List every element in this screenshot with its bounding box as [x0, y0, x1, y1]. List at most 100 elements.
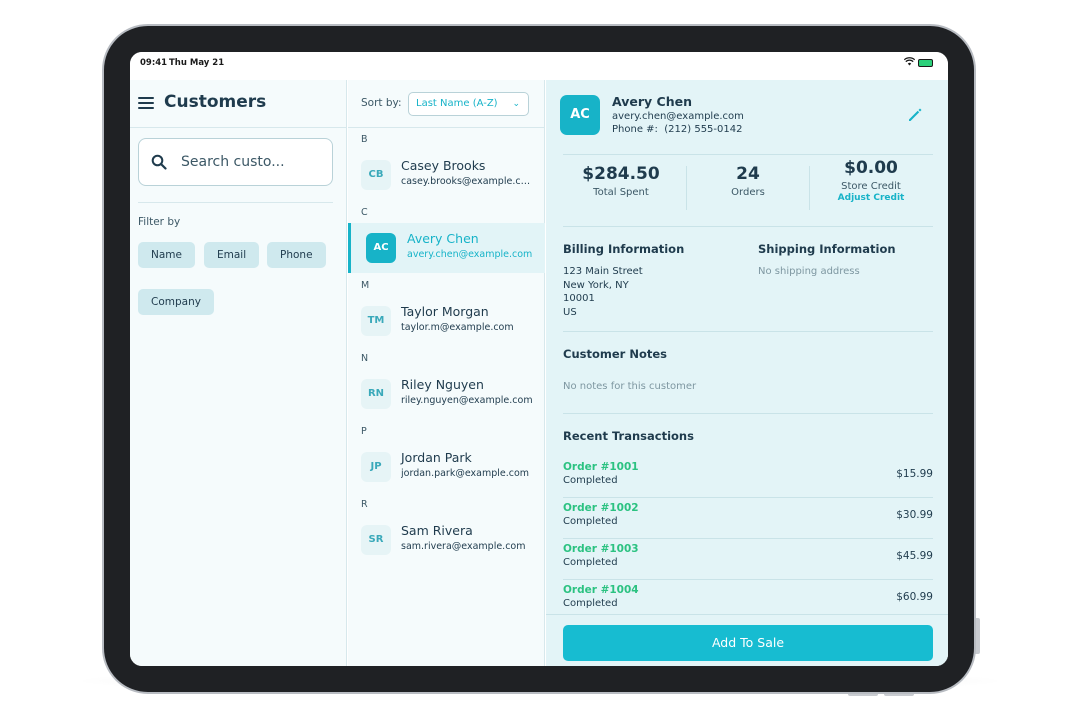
avatar: AC	[366, 233, 396, 263]
customer-list-item[interactable]: RN Riley Nguyen riley.nguyen@example.com	[348, 369, 545, 419]
order-status: Completed	[563, 475, 618, 486]
order-amount: $30.99	[896, 509, 933, 521]
adjust-credit-link[interactable]: Adjust Credit	[810, 193, 932, 203]
order-amount: $45.99	[896, 550, 933, 562]
customer-name: Avery Chen	[407, 231, 479, 246]
shipping-text: No shipping address	[758, 266, 860, 277]
filter-chip-email[interactable]: Email	[204, 242, 260, 268]
avatar: TM	[361, 306, 391, 336]
avatar: RN	[361, 379, 391, 409]
order-status: Completed	[563, 598, 618, 609]
divider	[563, 331, 933, 332]
filter-chip-name[interactable]: Name	[138, 242, 195, 268]
section-letter: C	[361, 207, 368, 218]
sort-label: Sort by:	[361, 97, 402, 109]
order-id[interactable]: Order #1004	[563, 584, 639, 596]
customer-email: sam.rivera@example.com	[401, 541, 526, 552]
order-status: Completed	[563, 557, 618, 568]
sort-dropdown[interactable]: Last Name (A-Z) ⌄	[408, 92, 529, 116]
stat-orders: 24 Orders	[687, 164, 809, 198]
billing-title: Billing Information	[563, 242, 685, 256]
notes-text: No notes for this customer	[563, 381, 697, 392]
total-spent-value: $284.50	[582, 164, 660, 184]
order-amount: $15.99	[896, 468, 933, 480]
transaction-row[interactable]: Order #1002 Completed $30.99	[563, 498, 933, 539]
search-box[interactable]	[138, 138, 333, 186]
customer-name: Casey Brooks	[401, 158, 486, 173]
section-letter: P	[361, 426, 367, 437]
order-id[interactable]: Order #1003	[563, 543, 639, 555]
orders-label: Orders	[731, 187, 765, 198]
customer-list-item[interactable]: SR Sam Rivera sam.rivera@example.com	[348, 515, 545, 565]
stat-store-credit: $0.00 Store Credit Adjust Credit	[810, 158, 932, 203]
customer-detail-pane: AC Avery Chen avery.chen@example.com Pho…	[546, 80, 948, 666]
chevron-down-icon: ⌄	[512, 99, 520, 109]
menu-icon[interactable]	[138, 97, 154, 109]
sort-value: Last Name (A-Z)	[416, 98, 498, 109]
sort-bar: Sort by: Last Name (A-Z) ⌄	[348, 80, 545, 128]
order-status: Completed	[563, 516, 618, 527]
stat-total-spent: $284.50 Total Spent	[560, 164, 682, 198]
customer-email: avery.chen@example.com	[407, 249, 533, 260]
divider	[563, 413, 933, 414]
detail-customer-email: avery.chen@example.com	[612, 111, 744, 122]
billing-line: New York, NY	[563, 279, 629, 291]
order-amount: $60.99	[896, 591, 933, 603]
billing-line: US	[563, 306, 577, 318]
billing-address: 123 Main Street New York, NY 10001 US	[563, 265, 643, 319]
status-time: 09:41	[140, 58, 168, 68]
divider	[563, 154, 933, 155]
divider	[138, 202, 333, 203]
tablet-screen: 09:41 Thu May 21 Customers Filter by Nam…	[130, 52, 948, 666]
customer-list-item-selected[interactable]: AC Avery Chen avery.chen@example.com	[348, 223, 545, 273]
search-icon	[151, 154, 167, 170]
battery-icon	[918, 59, 933, 67]
filter-chip-company[interactable]: Company	[138, 289, 214, 315]
filter-chip-phone[interactable]: Phone	[267, 242, 326, 268]
search-input[interactable]	[181, 151, 321, 173]
section-letter: N	[361, 353, 369, 364]
status-bar: 09:41 Thu May 21	[130, 52, 948, 80]
customer-name: Taylor Morgan	[401, 304, 489, 319]
billing-line: 10001	[563, 293, 595, 304]
customer-list-pane: Sort by: Last Name (A-Z) ⌄ B CB Casey Br…	[348, 80, 545, 666]
avatar: SR	[361, 525, 391, 555]
customer-email: jordan.park@example.com	[401, 468, 530, 479]
store-credit-value: $0.00	[844, 158, 898, 178]
shipping-title: Shipping Information	[758, 242, 896, 256]
section-letter: M	[361, 280, 370, 291]
order-id[interactable]: Order #1002	[563, 502, 639, 514]
avatar: CB	[361, 160, 391, 190]
divider	[563, 226, 933, 227]
customer-name: Jordan Park	[401, 450, 472, 465]
page-title: Customers	[164, 92, 267, 112]
customer-list-item[interactable]: JP Jordan Park jordan.park@example.com	[348, 442, 545, 492]
filter-label: Filter by	[138, 216, 181, 228]
detail-customer-name: Avery Chen	[612, 94, 692, 109]
pencil-icon[interactable]	[906, 106, 924, 124]
sidebar-header: Customers	[130, 80, 347, 128]
avatar: AC	[560, 95, 600, 135]
order-id[interactable]: Order #1001	[563, 461, 639, 473]
section-letter: R	[361, 499, 368, 510]
transactions-title: Recent Transactions	[563, 429, 694, 443]
avatar: JP	[361, 452, 391, 482]
add-to-sale-button[interactable]: Add To Sale	[563, 625, 933, 661]
customer-name: Sam Rivera	[401, 523, 473, 538]
customer-list-item[interactable]: CB Casey Brooks casey.brooks@example.com	[348, 150, 545, 200]
status-date: Thu May 21	[169, 58, 225, 68]
customer-email: riley.nguyen@example.com	[401, 395, 533, 406]
customer-list-item[interactable]: TM Taylor Morgan taylor.m@example.com	[348, 296, 545, 346]
billing-line: 123 Main Street	[563, 266, 643, 277]
customer-email: taylor.m@example.com	[401, 322, 514, 333]
total-spent-label: Total Spent	[593, 187, 649, 198]
customers-sidebar: Customers Filter by Name Email Phone Com…	[130, 80, 347, 666]
section-letter: B	[361, 134, 368, 145]
transaction-row[interactable]: Order #1003 Completed $45.99	[563, 539, 933, 580]
store-credit-label: Store Credit	[841, 181, 901, 192]
wifi-icon	[904, 57, 915, 66]
customer-email: casey.brooks@example.com	[401, 176, 533, 187]
customer-name: Riley Nguyen	[401, 377, 484, 392]
transaction-row[interactable]: Order #1001 Completed $15.99	[563, 457, 933, 498]
orders-value: 24	[736, 164, 760, 184]
